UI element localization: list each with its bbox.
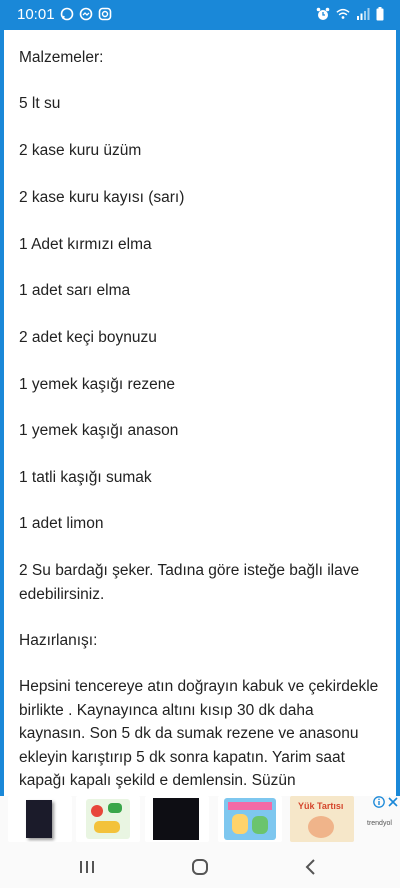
ingredient-item: 1 adet limon <box>19 515 104 532</box>
ingredient-item: 5 lt su <box>19 95 61 112</box>
status-time: 10:01 <box>17 6 55 23</box>
ad-book-title: Yük Tartısı <box>298 801 344 811</box>
navigation-bar <box>0 846 400 888</box>
instagram-icon <box>98 7 112 21</box>
article-content[interactable]: Malzemeler: 5 lt su 2 kase kuru üzüm 2 k… <box>4 30 396 796</box>
back-icon <box>305 859 315 875</box>
battery-icon <box>376 7 384 21</box>
ingredient-item: 1 yemek kaşığı anason <box>19 422 179 439</box>
ad-thumb-book-dark[interactable] <box>8 796 72 842</box>
ingredient-item: 1 yemek kaşığı rezene <box>19 376 175 393</box>
close-icon[interactable] <box>387 796 399 808</box>
ingredient-item: 2 kase kuru kayısı (sarı) <box>19 189 185 206</box>
ingredients-heading: Malzemeler: <box>19 49 104 66</box>
home-icon <box>192 859 208 875</box>
ingredient-item: 2 kase kuru üzüm <box>19 142 142 159</box>
whatsapp-icon <box>60 7 74 21</box>
ad-thumb-kids-colorful[interactable] <box>218 796 282 842</box>
ingredient-item: 2 adet keçi boynuzu <box>19 329 157 346</box>
notification-icons <box>60 7 112 21</box>
status-bar: 10:01 <box>0 0 400 30</box>
ad-banner[interactable]: Yük Tartısı trendyol <box>0 796 400 846</box>
messenger-icon <box>79 7 93 21</box>
wifi-icon <box>336 8 350 19</box>
ingredient-item: 2 Su bardağı şeker. Tadına göre isteğe b… <box>19 562 360 603</box>
info-icon[interactable] <box>373 796 385 808</box>
recents-icon <box>80 861 94 873</box>
ad-thumb-book-black[interactable] <box>145 796 209 842</box>
signal-icon <box>357 8 370 20</box>
recents-button[interactable] <box>72 854 102 880</box>
home-button[interactable] <box>185 854 215 880</box>
ingredient-item: 1 adet sarı elma <box>19 282 131 299</box>
ad-thumb-yuk-tartisi[interactable]: Yük Tartısı <box>290 796 354 842</box>
ad-thumb-kids-book[interactable] <box>76 796 140 842</box>
ad-brand: trendyol <box>367 820 392 827</box>
preparation-heading: Hazırlanışı: <box>19 632 98 649</box>
back-button[interactable] <box>296 854 326 880</box>
ingredient-item: 1 tatli kaşığı sumak <box>19 469 152 486</box>
preparation-text: Hepsini tencereye atın doğrayın kabuk ve… <box>19 678 379 789</box>
system-icons <box>316 7 384 21</box>
ingredient-item: 1 Adet kırmızı elma <box>19 236 152 253</box>
alarm-icon <box>316 7 330 20</box>
